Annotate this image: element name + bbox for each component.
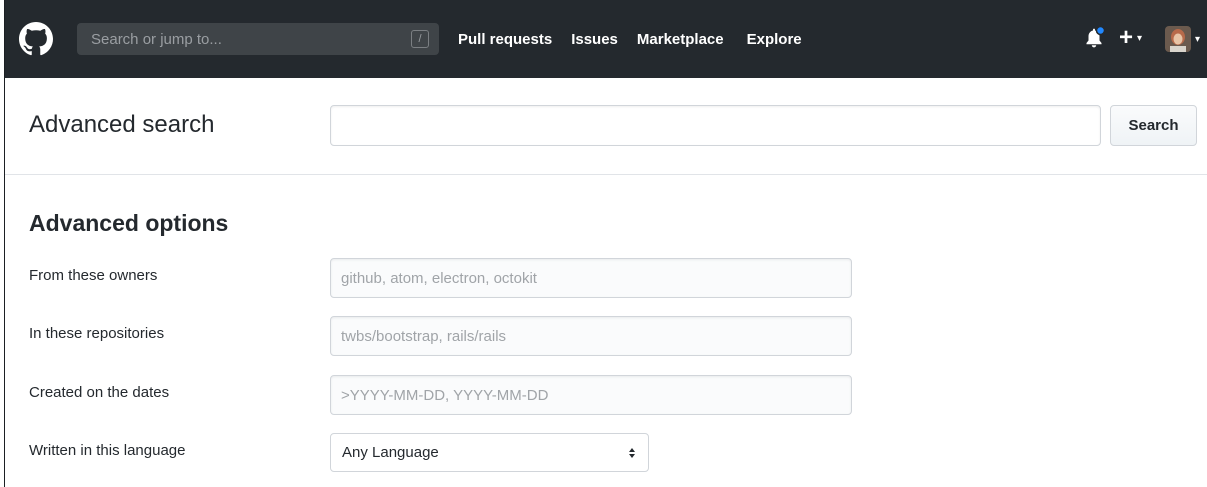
advanced-search-input[interactable] [330, 105, 1101, 146]
repositories-field[interactable] [330, 316, 852, 356]
section-divider [5, 174, 1207, 175]
top-header: / Pull requests Issues Marketplace Explo… [5, 0, 1207, 78]
page-title: Advanced search [29, 111, 215, 138]
github-logo-icon[interactable] [19, 22, 53, 56]
language-select[interactable]: Any Language [330, 433, 649, 472]
advanced-options-heading: Advanced options [29, 210, 229, 236]
owners-label: From these owners [29, 267, 158, 284]
language-label: Written in this language [29, 442, 186, 459]
search-button[interactable]: Search [1110, 105, 1197, 146]
nav-issues[interactable]: Issues [571, 31, 618, 48]
plus-icon: + [1119, 24, 1134, 51]
nav-pull-requests[interactable]: Pull requests [458, 31, 552, 48]
bell-icon[interactable] [1083, 26, 1107, 50]
slash-shortcut-hint: / [411, 30, 429, 48]
repositories-label: In these repositories [29, 325, 165, 342]
global-search-input[interactable] [77, 23, 397, 55]
header-nav: Pull requests Issues Marketplace Explore [458, 0, 821, 78]
dates-field[interactable] [330, 375, 852, 415]
page-frame: / Pull requests Issues Marketplace Explo… [4, 0, 1207, 487]
caret-down-icon: ▾ [1195, 33, 1201, 45]
dates-label: Created on the dates [29, 384, 170, 401]
owners-field[interactable] [330, 258, 852, 298]
avatar [1165, 26, 1191, 52]
user-menu-button[interactable]: ▾ [1165, 25, 1200, 53]
create-new-button[interactable]: + ▾ [1119, 24, 1142, 52]
language-select-value: Any Language [342, 444, 439, 461]
caret-down-icon: ▾ [1137, 32, 1143, 44]
nav-explore[interactable]: Explore [747, 31, 802, 48]
nav-marketplace[interactable]: Marketplace [637, 31, 724, 48]
global-search: / [77, 23, 439, 55]
select-arrows-icon [629, 448, 635, 458]
notification-dot [1095, 26, 1106, 36]
